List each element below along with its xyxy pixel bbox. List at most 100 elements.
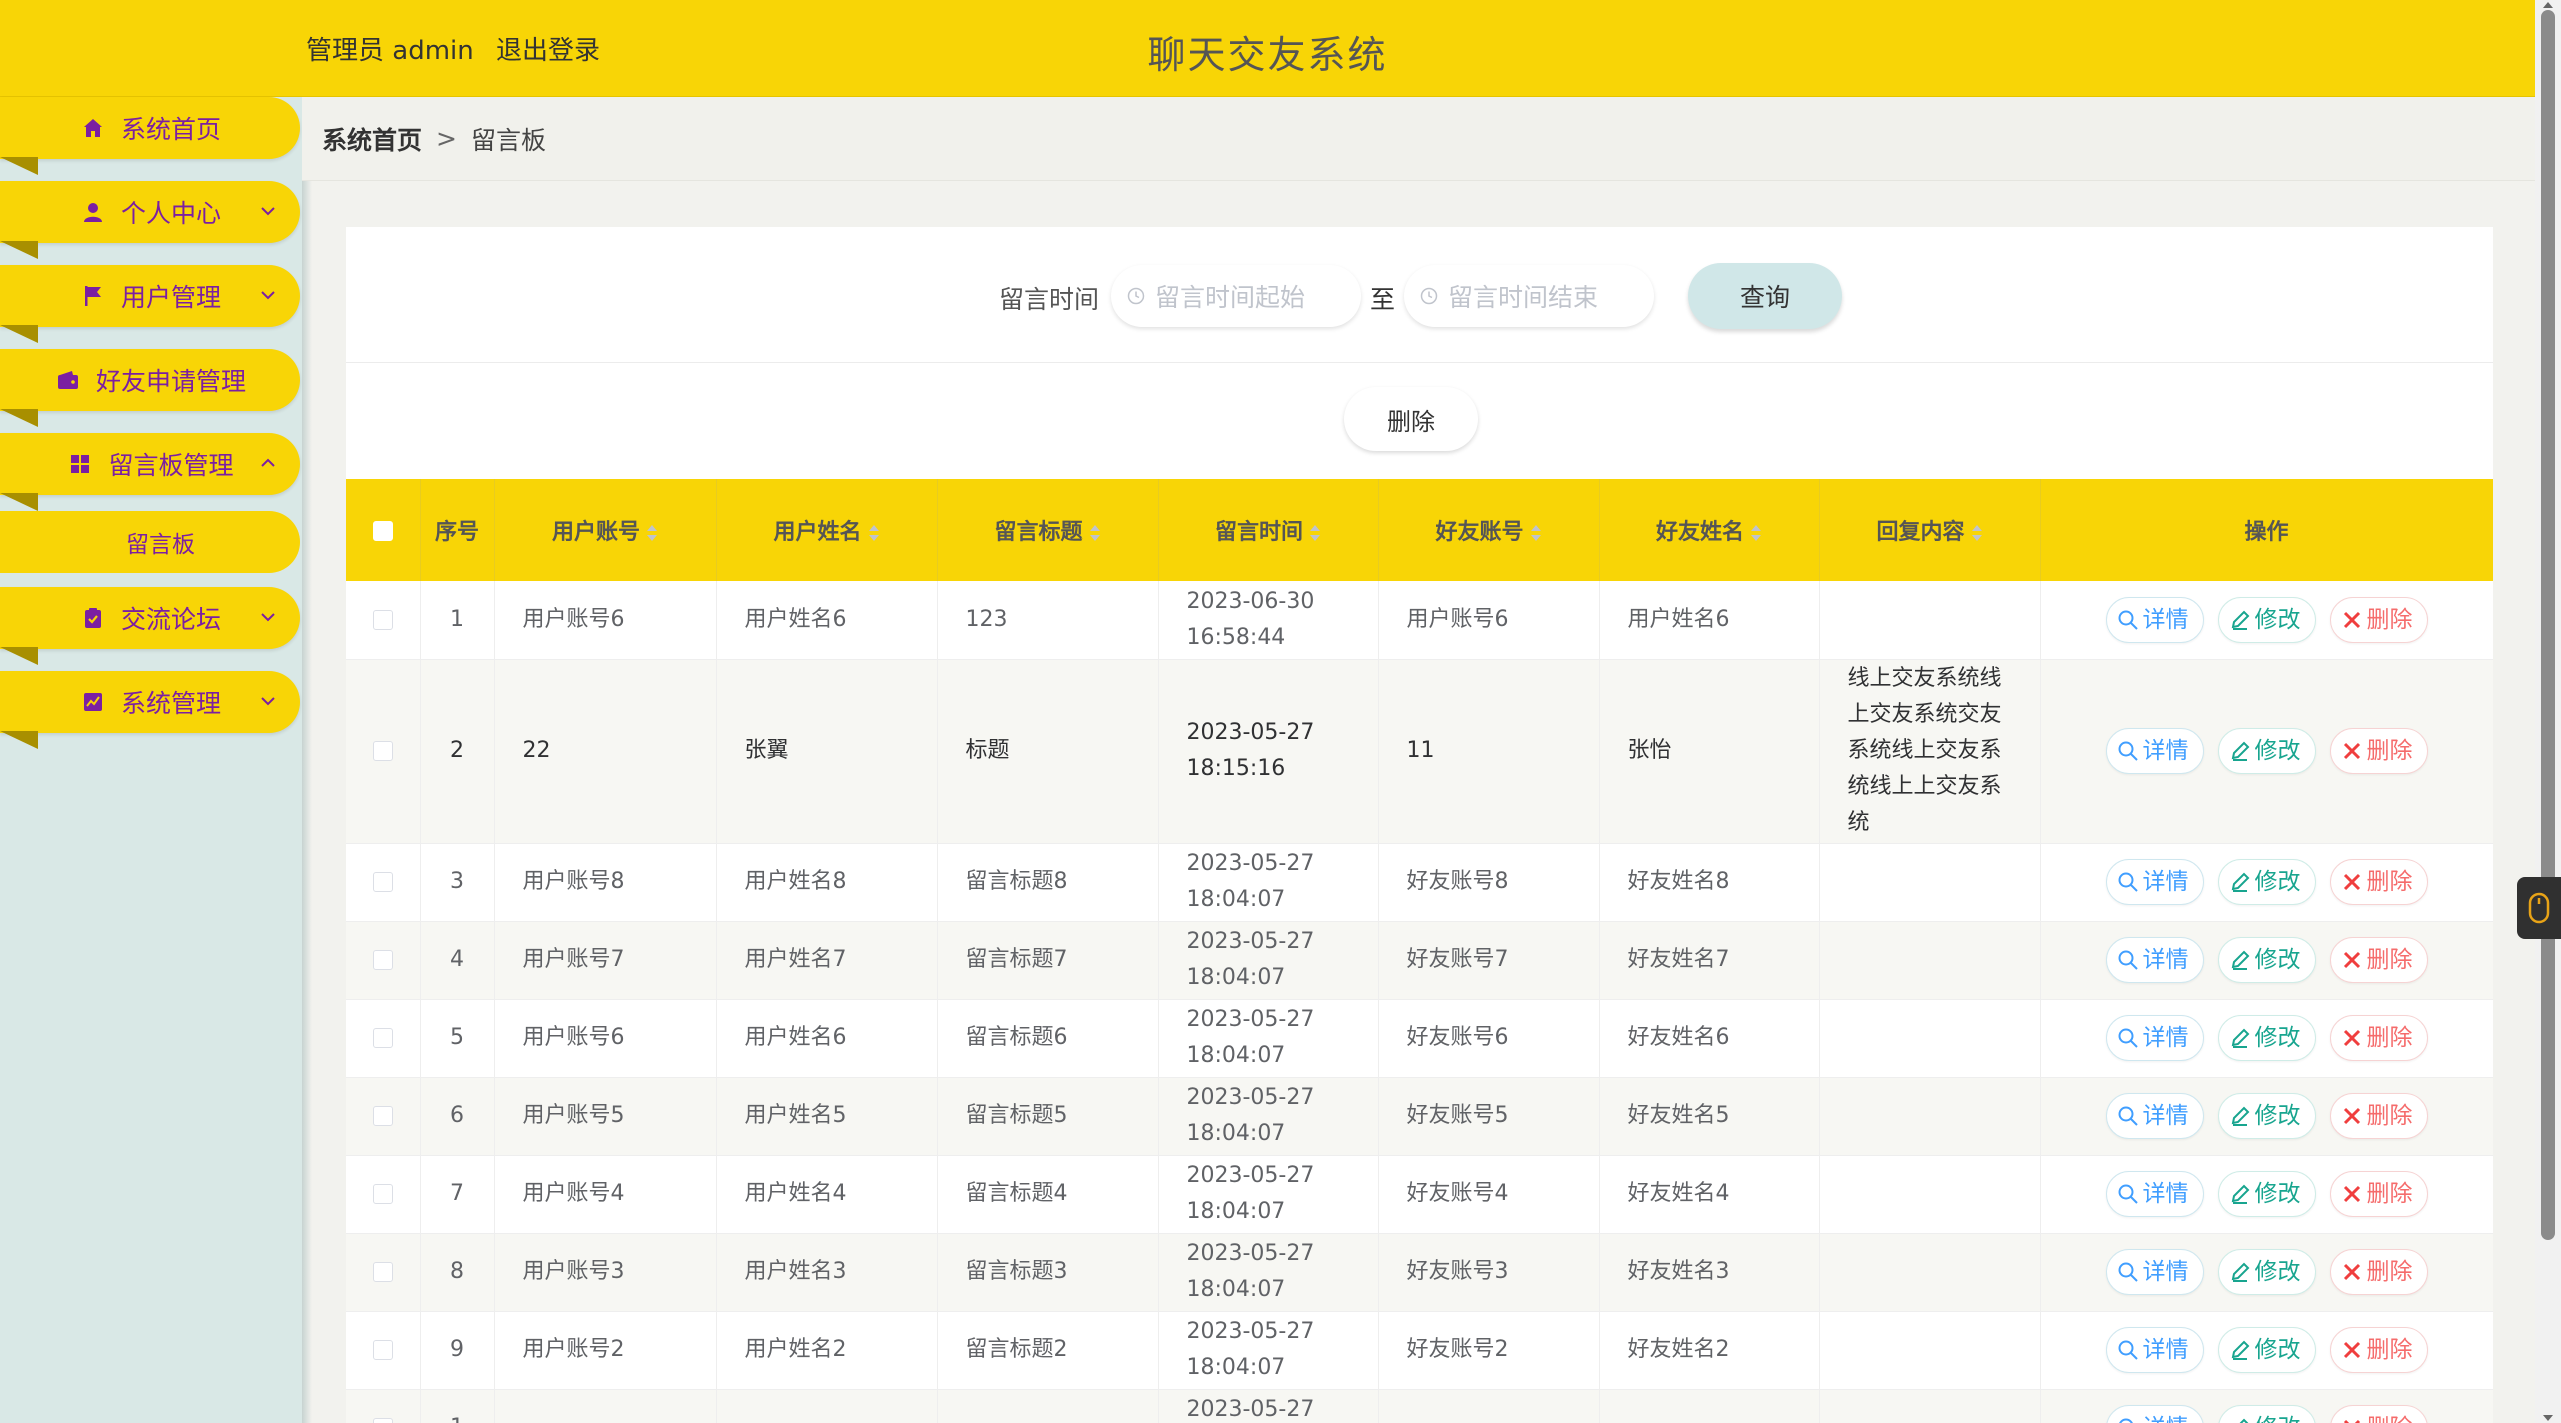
- floating-widget-button[interactable]: [2517, 877, 2561, 939]
- page-scrollbar[interactable]: [2535, 0, 2561, 1423]
- edit-button[interactable]: 修改: [2217, 859, 2316, 905]
- breadcrumb: 系统首页 > 留言板: [302, 97, 2535, 181]
- button-label: 详情: [2142, 1181, 2189, 1207]
- button-label: 修改: [2254, 1103, 2301, 1129]
- end-date-input[interactable]: 留言时间结束: [1404, 265, 1654, 327]
- delete-button[interactable]: 删除: [2329, 1015, 2428, 1061]
- delete-button[interactable]: 删除: [2329, 1249, 2428, 1295]
- close-icon: [2341, 1261, 2367, 1283]
- edit-button[interactable]: 修改: [2217, 937, 2316, 983]
- sidebar-item-forum[interactable]: 交流论坛: [0, 587, 300, 649]
- button-label: 删除: [2367, 1410, 2413, 1423]
- cell-account: 用户账号2: [494, 1311, 717, 1390]
- edit-button[interactable]: 修改: [2217, 1015, 2316, 1061]
- row-checkbox[interactable]: [372, 1340, 393, 1360]
- row-checkbox[interactable]: [372, 950, 393, 970]
- row-index: 3: [420, 843, 495, 922]
- search-icon: [2117, 1027, 2143, 1049]
- button-label: 删除: [2366, 869, 2413, 895]
- row-checkbox[interactable]: [372, 1418, 393, 1423]
- row-checkbox[interactable]: [372, 1106, 393, 1126]
- detail-button[interactable]: 详情: [2105, 1327, 2204, 1373]
- detail-button[interactable]: 详情: [2105, 1093, 2204, 1139]
- edit-icon: [2229, 871, 2255, 893]
- close-icon: [2341, 949, 2367, 971]
- column-header-friend-account[interactable]: 好友账号: [1378, 479, 1600, 581]
- cell-time: 2023-05-27 18:04:07: [1158, 1311, 1379, 1390]
- cell-friend-name: 好友姓名3: [1599, 1233, 1820, 1312]
- detail-button[interactable]: 详情: [2105, 1171, 2204, 1217]
- sidebar-item-home[interactable]: 系统首页: [0, 97, 300, 159]
- row-checkbox[interactable]: [372, 1262, 393, 1282]
- delete-button[interactable]: 删除: [2329, 859, 2428, 905]
- row-checkbox-cell: [346, 921, 421, 1000]
- sidebar-item-message-board-management[interactable]: 留言板管理: [0, 433, 300, 495]
- cell-title: 123: [937, 581, 1159, 660]
- sidebar-item-label: 留言板管理: [108, 451, 234, 480]
- query-button[interactable]: 查询: [1688, 263, 1842, 329]
- detail-button[interactable]: 详情: [2105, 937, 2204, 983]
- table-row: 9 用户账号2 用户姓名2 留言标题2 2023-05-27 18:04:07 好友账号2…: [346, 1311, 2493, 1390]
- breadcrumb-home[interactable]: 系统首页: [322, 121, 422, 157]
- column-header-time[interactable]: 留言时间: [1158, 479, 1379, 581]
- ribbon-fold-decoration: [0, 647, 38, 665]
- detail-button[interactable]: 详情: [2105, 859, 2204, 905]
- row-checkbox[interactable]: [372, 1184, 393, 1204]
- table-row: 7 用户账号4 用户姓名4 留言标题4 2023-05-27 18:04:07 好友账号4…: [346, 1155, 2493, 1234]
- row-checkbox[interactable]: [372, 1028, 393, 1048]
- sort-icon: [647, 525, 657, 541]
- sidebar-item-personal-center[interactable]: 个人中心: [0, 181, 300, 243]
- message-table: 序号 用户账号 用户姓名 留言标题 留言时间 好友账号 好友姓名 回复内容 操作…: [346, 479, 2493, 1423]
- sidebar-subitem-message-board[interactable]: 留言板: [0, 511, 300, 573]
- delete-button[interactable]: 删除: [2329, 1171, 2428, 1217]
- sidebar-item-user-management[interactable]: 用户管理: [0, 265, 300, 327]
- column-header-label: 好友姓名: [1655, 520, 1744, 545]
- cell-actions: 详情 修改 删除: [2040, 659, 2493, 844]
- select-all-checkbox[interactable]: [346, 479, 421, 581]
- column-header-title[interactable]: 留言标题: [937, 479, 1159, 581]
- chevron-down-icon: [261, 207, 275, 216]
- detail-button[interactable]: 详情: [2105, 596, 2204, 643]
- detail-button[interactable]: 详情: [2105, 1249, 2204, 1295]
- column-header-reply[interactable]: 回复内容: [1819, 479, 2041, 581]
- row-checkbox[interactable]: [372, 609, 393, 630]
- detail-button[interactable]: 详情: [2105, 728, 2204, 774]
- scrollbar-thumb[interactable]: [2541, 10, 2555, 1240]
- edit-button[interactable]: 修改: [2217, 1327, 2316, 1373]
- edit-button[interactable]: 修改: [2217, 1249, 2316, 1295]
- column-header-account[interactable]: 用户账号: [494, 479, 717, 581]
- scroll-down-arrow-icon[interactable]: [2541, 1413, 2555, 1423]
- edit-button[interactable]: 修改: [2217, 1093, 2316, 1139]
- edit-icon: [2229, 1105, 2255, 1127]
- button-label: 删除: [2366, 1337, 2413, 1363]
- sidebar-item-system-management[interactable]: 系统管理: [0, 671, 300, 733]
- cell-title: 标题: [937, 659, 1159, 844]
- start-date-input[interactable]: 留言时间起始: [1111, 265, 1361, 327]
- cell-actions: 详情 修改 删除: [2040, 581, 2493, 660]
- edit-button[interactable]: 修改: [2217, 1405, 2316, 1423]
- column-header-name[interactable]: 用户姓名: [716, 479, 938, 581]
- button-label: 详情: [2143, 1410, 2189, 1423]
- edit-button[interactable]: 修改: [2217, 728, 2316, 774]
- row-checkbox[interactable]: [372, 741, 393, 761]
- batch-delete-button[interactable]: 删除: [1344, 387, 1478, 451]
- row-checkbox[interactable]: [372, 872, 393, 892]
- edit-button[interactable]: 修改: [2217, 1171, 2316, 1217]
- cell-actions: 详情 修改 删除: [2040, 1155, 2493, 1234]
- column-header-friend-name[interactable]: 好友姓名: [1599, 479, 1820, 581]
- row-checkbox-cell: [346, 999, 421, 1078]
- delete-button[interactable]: 删除: [2329, 1327, 2428, 1373]
- delete-button[interactable]: 删除: [2329, 937, 2428, 983]
- sidebar-item-friend-request[interactable]: 好友申请管理: [0, 349, 300, 411]
- button-label: 详情: [2142, 1259, 2189, 1285]
- delete-button[interactable]: 删除: [2329, 1405, 2428, 1423]
- delete-button[interactable]: 删除: [2329, 1093, 2428, 1139]
- row-index: 7: [420, 1155, 495, 1234]
- delete-button[interactable]: 删除: [2329, 596, 2428, 643]
- detail-button[interactable]: 详情: [2105, 1405, 2204, 1423]
- row-index: 1: [420, 581, 495, 660]
- edit-button[interactable]: 修改: [2217, 596, 2316, 643]
- detail-button[interactable]: 详情: [2105, 1015, 2204, 1061]
- delete-button[interactable]: 删除: [2329, 728, 2428, 774]
- scroll-up-arrow-icon[interactable]: [2541, 0, 2555, 10]
